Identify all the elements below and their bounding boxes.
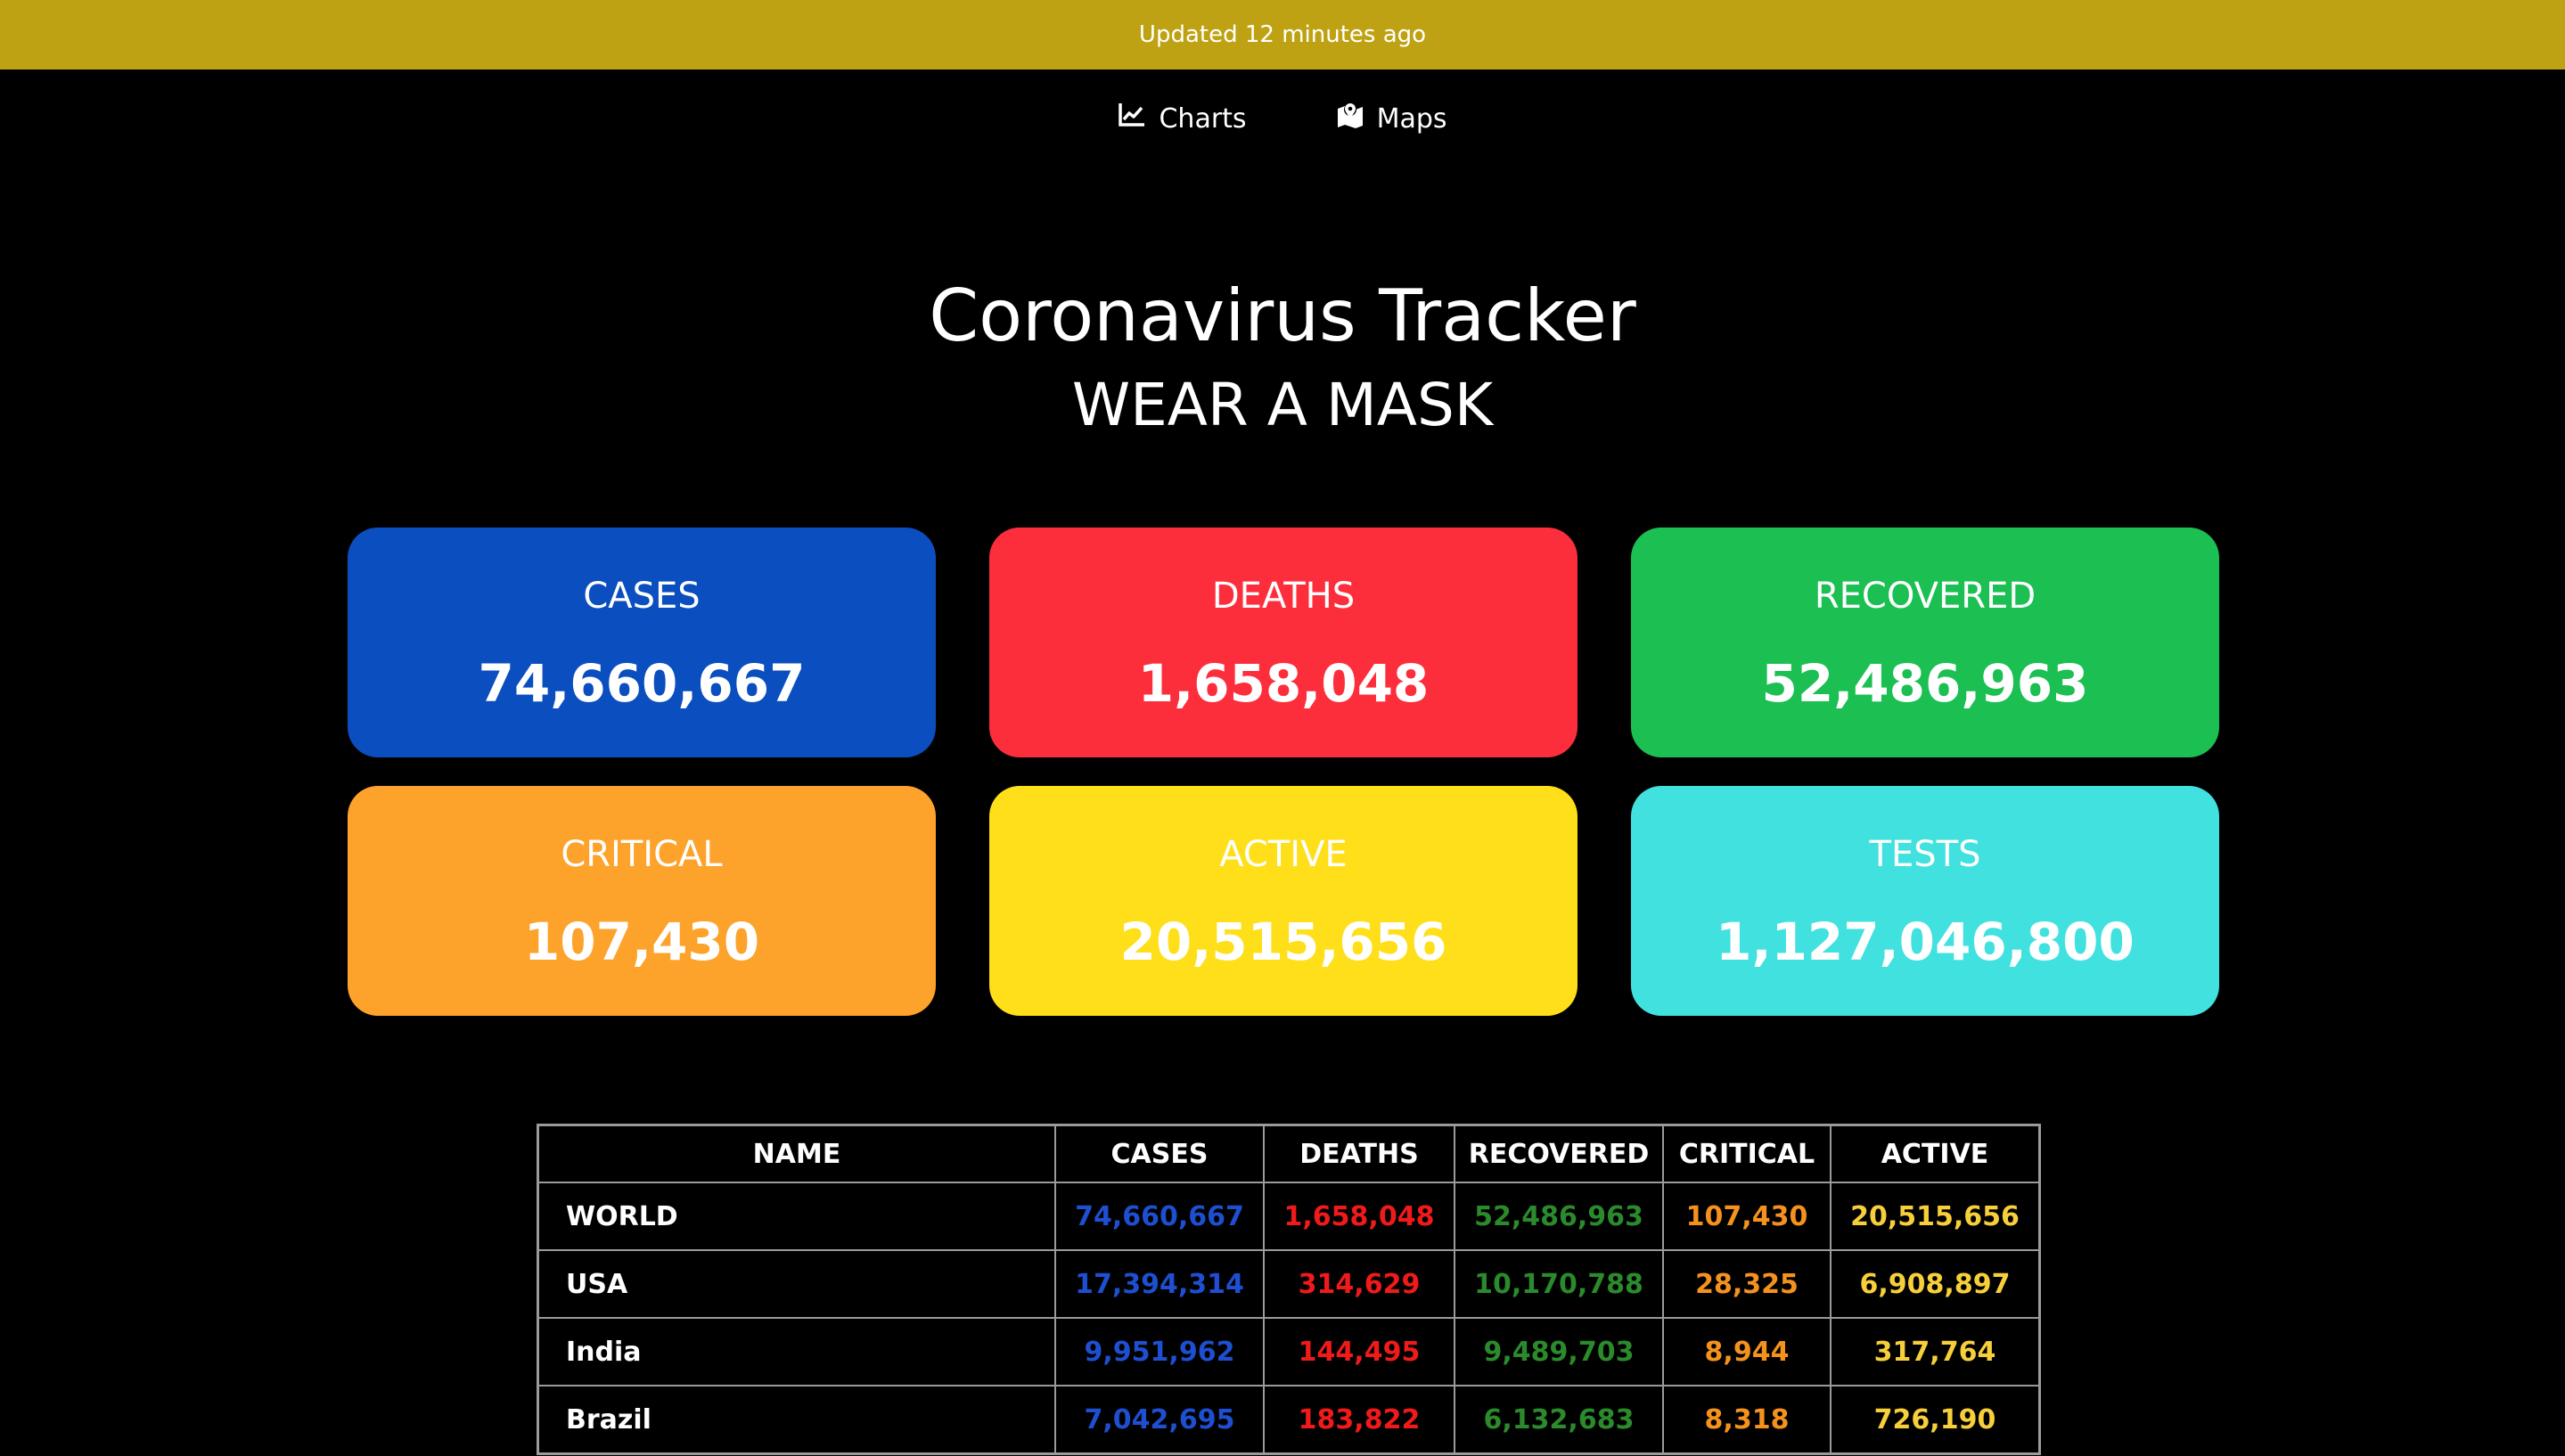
- line-chart-icon: [1118, 102, 1146, 135]
- row-name: Brazil: [537, 1385, 1056, 1455]
- row-deaths: 183,822: [1263, 1385, 1455, 1455]
- row-active: 726,190: [1830, 1385, 2041, 1455]
- column-header-name[interactable]: NAME: [537, 1124, 1056, 1183]
- stat-card-value: 1,658,048: [1137, 653, 1430, 714]
- row-recovered: 6,132,683: [1454, 1385, 1664, 1455]
- row-deaths: 1,658,048: [1263, 1182, 1455, 1251]
- column-header-deaths[interactable]: DEATHS: [1263, 1124, 1455, 1183]
- stat-card-value: 74,660,667: [478, 653, 806, 714]
- row-cases: 7,042,695: [1054, 1385, 1265, 1455]
- stat-card-value: 1,127,046,800: [1716, 912, 2135, 972]
- update-banner: Updated 12 minutes ago: [0, 0, 2565, 70]
- row-active: 20,515,656: [1830, 1182, 2041, 1251]
- stat-card-label: ACTIVE: [1219, 834, 1348, 875]
- row-deaths: 314,629: [1263, 1249, 1455, 1319]
- column-header-recovered[interactable]: RECOVERED: [1454, 1124, 1664, 1183]
- stat-card-cases: CASES 74,660,667: [348, 528, 936, 757]
- row-active: 317,764: [1830, 1317, 2041, 1386]
- column-header-critical[interactable]: CRITICAL: [1662, 1124, 1832, 1183]
- nav-maps-label: Maps: [1376, 102, 1447, 135]
- stat-card-deaths: DEATHS 1,658,048: [989, 528, 1578, 757]
- country-table-container: NAME CASES DEATHS RECOVERED CRITICAL ACT…: [537, 1124, 2041, 1455]
- page-title: Coronavirus Tracker: [929, 274, 1636, 357]
- table-row[interactable]: India 9,951,962 144,495 9,489,703 8,944 …: [537, 1317, 2041, 1386]
- row-critical: 28,325: [1662, 1249, 1832, 1319]
- row-name: India: [537, 1317, 1056, 1386]
- table-header-row: NAME CASES DEATHS RECOVERED CRITICAL ACT…: [537, 1124, 2041, 1183]
- stat-card-label: RECOVERED: [1814, 576, 2036, 617]
- stat-card-value: 20,515,656: [1119, 912, 1447, 972]
- stat-card-label: CASES: [583, 576, 701, 617]
- row-cases: 9,951,962: [1054, 1317, 1265, 1386]
- column-header-cases[interactable]: CASES: [1054, 1124, 1265, 1183]
- map-marker-icon: [1336, 102, 1364, 135]
- stat-card-label: DEATHS: [1211, 576, 1356, 617]
- row-cases: 17,394,314: [1054, 1249, 1265, 1319]
- stat-card-label: CRITICAL: [561, 834, 723, 875]
- update-text: Updated 12 minutes ago: [1138, 21, 1427, 48]
- row-active: 6,908,897: [1830, 1249, 2041, 1319]
- row-name: WORLD: [537, 1182, 1056, 1251]
- nav-charts-link[interactable]: Charts: [1118, 96, 1247, 141]
- row-name: USA: [537, 1249, 1056, 1319]
- row-recovered: 10,170,788: [1454, 1249, 1664, 1319]
- row-critical: 8,318: [1662, 1385, 1832, 1455]
- stat-card-value: 107,430: [523, 912, 760, 972]
- stat-card-active: ACTIVE 20,515,656: [989, 786, 1578, 1016]
- top-nav: Charts Maps: [0, 96, 2565, 141]
- nav-maps-link[interactable]: Maps: [1336, 96, 1447, 141]
- country-table: NAME CASES DEATHS RECOVERED CRITICAL ACT…: [537, 1124, 2041, 1455]
- page-subtitle: WEAR A MASK: [1071, 371, 1494, 439]
- column-header-active[interactable]: ACTIVE: [1830, 1124, 2041, 1183]
- table-row[interactable]: USA 17,394,314 314,629 10,170,788 28,325…: [537, 1249, 2041, 1319]
- stat-card-tests: TESTS 1,127,046,800: [1631, 786, 2219, 1016]
- row-critical: 107,430: [1662, 1182, 1832, 1251]
- stat-card-label: TESTS: [1869, 834, 1981, 875]
- row-critical: 8,944: [1662, 1317, 1832, 1386]
- row-cases: 74,660,667: [1054, 1182, 1265, 1251]
- row-recovered: 52,486,963: [1454, 1182, 1664, 1251]
- stat-card-critical: CRITICAL 107,430: [348, 786, 936, 1016]
- row-deaths: 144,495: [1263, 1317, 1455, 1386]
- stat-card-value: 52,486,963: [1761, 653, 2089, 714]
- nav-charts-label: Charts: [1159, 102, 1247, 135]
- row-recovered: 9,489,703: [1454, 1317, 1664, 1386]
- table-row[interactable]: Brazil 7,042,695 183,822 6,132,683 8,318…: [537, 1385, 2041, 1455]
- stat-card-recovered: RECOVERED 52,486,963: [1631, 528, 2219, 757]
- table-row[interactable]: WORLD 74,660,667 1,658,048 52,486,963 10…: [537, 1182, 2041, 1251]
